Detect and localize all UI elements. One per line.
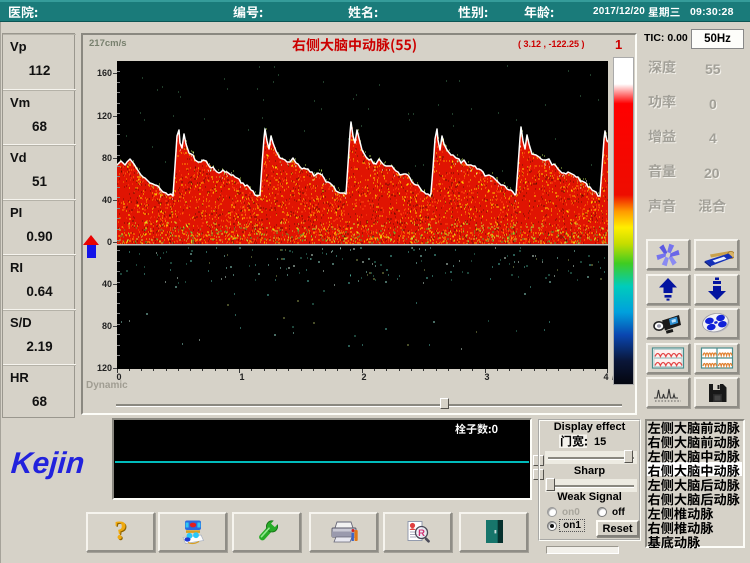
- svg-text:R: R: [418, 528, 425, 539]
